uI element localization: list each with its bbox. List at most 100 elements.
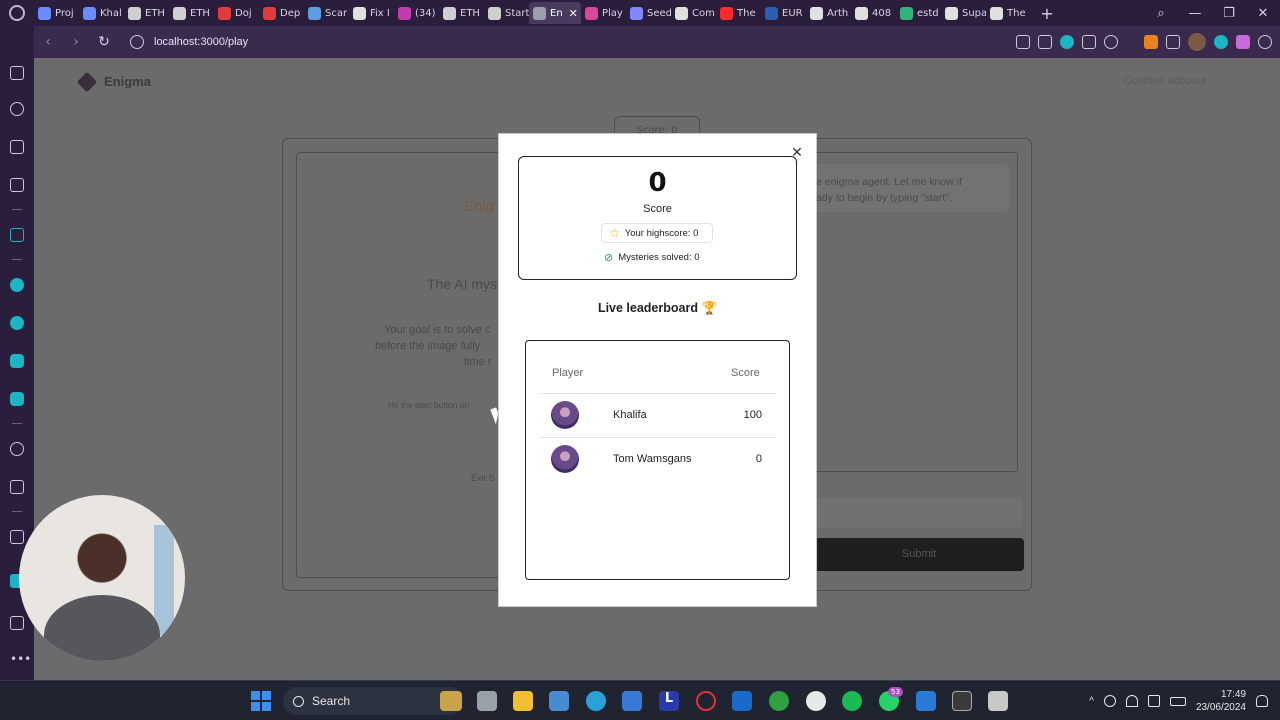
bag-icon[interactable]: [10, 140, 24, 154]
store-icon[interactable]: [622, 691, 642, 711]
browser-tab[interactable]: Seed: [626, 2, 671, 24]
browser-tab[interactable]: Khal: [79, 2, 124, 24]
discord-icon[interactable]: [10, 392, 24, 406]
chevron-up-icon[interactable]: ^: [1089, 696, 1094, 707]
ai-icon[interactable]: [10, 178, 24, 192]
browser-tab[interactable]: Scar: [304, 2, 349, 24]
instagram-icon[interactable]: [10, 354, 24, 368]
workspace-icon[interactable]: [10, 530, 24, 544]
camera-icon[interactable]: [1038, 35, 1052, 49]
tab-close-icon[interactable]: ✕: [569, 7, 578, 20]
clock-date: 23/06/2024: [1195, 702, 1246, 713]
more-icon[interactable]: •••: [10, 652, 31, 666]
browser-tab[interactable]: ETH: [124, 2, 169, 24]
browser-logo[interactable]: [0, 0, 34, 26]
minimize-button[interactable]: —: [1178, 6, 1212, 21]
url-field[interactable]: localhost:3000/play: [154, 36, 248, 48]
widgets-icon[interactable]: [440, 691, 462, 711]
battery-saver-icon[interactable]: [1236, 35, 1250, 49]
tab-favicon-icon: [585, 6, 598, 20]
connect-account-button[interactable]: Connect account: [1123, 75, 1206, 87]
photos-icon[interactable]: [549, 691, 569, 711]
browser-tab[interactable]: ETH: [439, 2, 484, 24]
close-window-button[interactable]: ✕: [1246, 6, 1280, 21]
whatsapp-icon[interactable]: [10, 278, 24, 292]
address-actions: [1016, 26, 1272, 58]
tab-favicon-icon: [443, 6, 456, 20]
send-icon[interactable]: [1082, 35, 1096, 49]
clock[interactable]: 17:49 23/06/2024: [1196, 688, 1246, 714]
download-icon[interactable]: [1214, 35, 1228, 49]
tab-label: Fix I: [370, 7, 390, 19]
task-view-icon[interactable]: [477, 691, 497, 711]
gallery-icon[interactable]: [10, 616, 24, 630]
send-icon[interactable]: [10, 480, 24, 494]
site-info-icon[interactable]: [130, 35, 144, 49]
enigma-logo-icon: [76, 71, 98, 93]
mic-icon[interactable]: [1103, 695, 1116, 707]
browser-tab[interactable]: 408: [851, 2, 896, 24]
browser-tab[interactable]: (34): [394, 2, 439, 24]
submit-button[interactable]: Submit: [814, 538, 1024, 571]
browser-tab[interactable]: The: [986, 2, 1031, 24]
trophy-icon: 🏆: [701, 301, 718, 315]
aria-icon[interactable]: [10, 228, 24, 242]
file-explorer-icon[interactable]: [513, 691, 533, 711]
bg-paragraph-line: time r: [464, 356, 492, 368]
browser-tab[interactable]: ETH: [169, 2, 214, 24]
speed-dial-icon[interactable]: [10, 102, 24, 116]
start-button[interactable]: [251, 691, 271, 711]
browser-tab[interactable]: Supa: [941, 2, 986, 24]
heart-icon[interactable]: [1104, 35, 1118, 49]
browser-tab[interactable]: Start: [484, 2, 529, 24]
profile-avatar[interactable]: [1188, 33, 1206, 51]
terminal-icon[interactable]: [952, 691, 972, 711]
telegram-icon[interactable]: [10, 316, 24, 330]
exit-button[interactable]: Exit S: [471, 473, 495, 483]
new-tab-button[interactable]: +: [1035, 4, 1059, 23]
browser-tab[interactable]: estd: [896, 2, 941, 24]
browser-tab[interactable]: The: [716, 2, 761, 24]
player-icon[interactable]: [10, 442, 24, 456]
gamepad-icon[interactable]: [10, 66, 24, 80]
browser-tab[interactable]: Com: [671, 2, 716, 24]
tab-label: Khal: [100, 7, 122, 19]
edge-icon[interactable]: [586, 691, 606, 711]
taskbar-search[interactable]: Search: [283, 687, 463, 715]
notification-bell-icon[interactable]: [1256, 695, 1268, 707]
tab-label: The: [737, 7, 756, 19]
wifi-icon[interactable]: [1125, 695, 1138, 707]
browser-tab[interactable]: EUR: [761, 2, 806, 24]
browser-tab[interactable]: Fix I: [349, 2, 394, 24]
vscode-icon[interactable]: [916, 691, 936, 711]
browser-tab[interactable]: Proj: [34, 2, 79, 24]
restore-button[interactable]: ❐: [1212, 6, 1246, 21]
reload-icon[interactable]: ↻: [90, 34, 118, 50]
snipping-tool-icon[interactable]: [988, 691, 1008, 711]
forward-button[interactable]: ›: [62, 34, 90, 50]
browser-tab[interactable]: En ✕: [529, 2, 581, 24]
volume-icon[interactable]: [1147, 695, 1160, 707]
address-bar: ‹ › ↻ localhost:3000/play: [34, 26, 1280, 58]
shield-icon[interactable]: [1060, 35, 1074, 49]
wordpress-icon[interactable]: [806, 691, 826, 711]
browser-tab[interactable]: Dep: [259, 2, 304, 24]
back-button[interactable]: ‹: [34, 34, 62, 50]
edit-icon[interactable]: [1016, 35, 1030, 49]
battery-icon[interactable]: [1169, 696, 1186, 706]
browser-tab[interactable]: Arth: [806, 2, 851, 24]
outlook-icon[interactable]: [732, 691, 752, 711]
tab-favicon-icon: [353, 6, 366, 20]
metamask-icon[interactable]: [1144, 35, 1158, 49]
browser-tab[interactable]: Doj: [214, 2, 259, 24]
menu-icon[interactable]: [1258, 35, 1272, 49]
extension-icon[interactable]: [1166, 35, 1180, 49]
evernote-icon[interactable]: [769, 691, 789, 711]
l-app-icon[interactable]: L: [659, 691, 679, 711]
tab-search-icon[interactable]: ⌕: [1144, 6, 1178, 21]
opera-icon[interactable]: [696, 691, 716, 711]
spotify-icon[interactable]: [842, 691, 862, 711]
browser-tab[interactable]: Play: [581, 2, 626, 24]
system-tray: ^ 17:49 23/06/2024: [1089, 681, 1280, 720]
